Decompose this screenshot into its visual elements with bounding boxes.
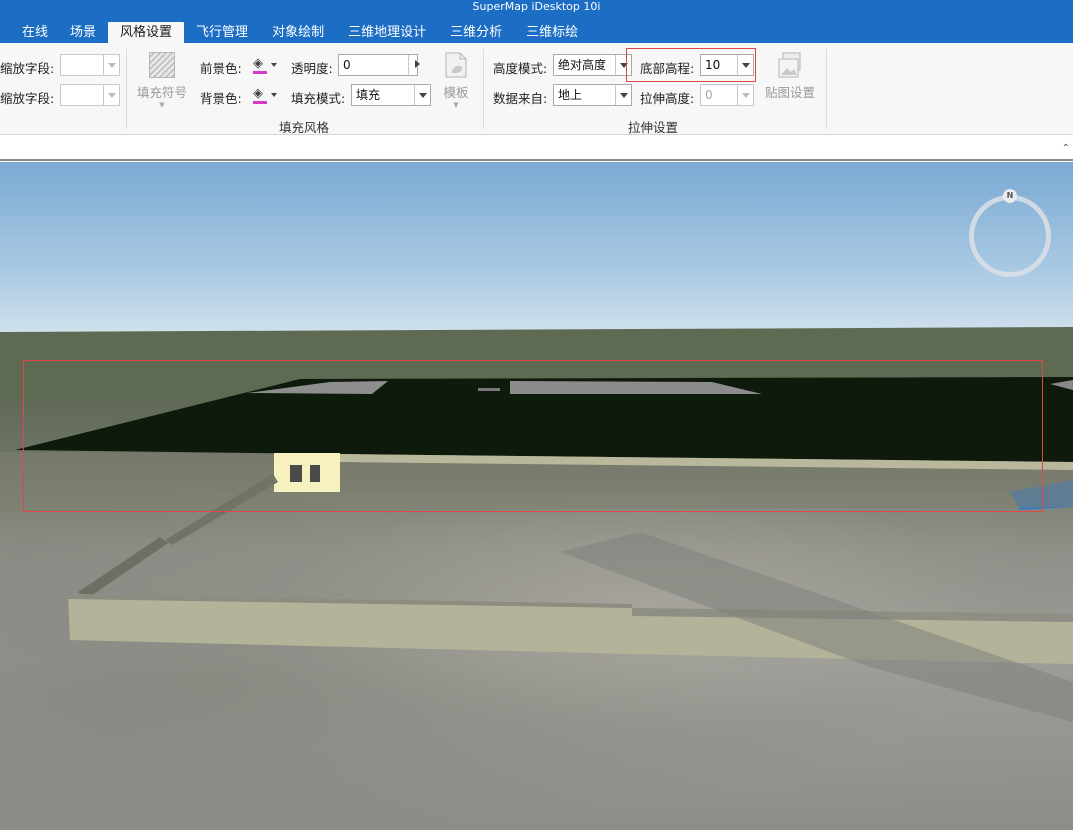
toolbar-strip: ⌃ xyxy=(0,135,1073,161)
paint-bucket-icon: ◈ xyxy=(253,86,263,101)
scale-field-2-label: 缩放字段: xyxy=(0,91,55,106)
compass-widget[interactable]: N xyxy=(969,189,1051,277)
spin-arrow-icon[interactable] xyxy=(408,55,420,75)
window-title: SuperMap iDesktop 10i xyxy=(472,0,601,13)
extrude-height-label: 拉伸高度: xyxy=(640,91,695,106)
chevron-down-icon xyxy=(271,63,277,67)
template-button[interactable]: 模板 ▼ xyxy=(438,52,474,109)
collapse-ribbon-icon[interactable]: ⌃ xyxy=(1062,143,1070,154)
scale-field-1-label: 缩放字段: xyxy=(0,61,55,76)
texture-map-icon xyxy=(778,52,801,78)
fill-symbol-label: 填充符号 xyxy=(136,85,187,100)
color-swatch xyxy=(253,71,267,74)
scene-viewport[interactable]: N xyxy=(0,162,1073,830)
data-source-label: 数据来自: xyxy=(493,91,548,106)
tab-scene[interactable]: 场景 xyxy=(58,22,108,43)
ribbon-separator xyxy=(483,49,484,129)
chevron-down-icon: ▼ xyxy=(159,101,165,109)
paint-bucket-icon: ◈ xyxy=(253,56,263,71)
color-swatch xyxy=(253,101,267,104)
transparency-spinbox[interactable]: 0 xyxy=(338,54,420,76)
transparency-label: 透明度: xyxy=(291,61,333,76)
texture-settings-button[interactable]: 贴图设置 xyxy=(760,52,820,101)
tab-flight-management[interactable]: 飞行管理 xyxy=(184,22,260,43)
annotation-highlight-box xyxy=(626,48,756,82)
fill-style-group-label: 填充风格 xyxy=(279,120,330,135)
chevron-down-icon xyxy=(271,93,277,97)
window-title-bar: SuperMap iDesktop 10i xyxy=(0,0,1073,22)
extrude-settings-group-label: 拉伸设置 xyxy=(628,120,679,135)
chevron-down-icon xyxy=(615,85,631,105)
tab-object-drawing[interactable]: 对象绘制 xyxy=(260,22,336,43)
height-mode-label: 高度模式: xyxy=(493,61,548,76)
chevron-down-icon xyxy=(414,85,430,105)
ribbon-tab-strip: 在线 场景 风格设置 飞行管理 对象绘制 三维地理设计 三维分析 三维标绘 xyxy=(0,22,1073,43)
chevron-down-icon xyxy=(103,85,119,105)
ribbon-panel: 缩放字段: 缩放字段: 填充符号 ▼ 前景色: ◈ 背景色: ◈ 透明度: 0 … xyxy=(0,43,1073,135)
tab-3d-geodesign[interactable]: 三维地理设计 xyxy=(336,22,438,43)
foreground-color-label: 前景色: xyxy=(200,61,242,76)
chevron-down-icon: ▼ xyxy=(453,101,459,109)
ribbon-separator xyxy=(126,49,127,129)
chevron-down-icon xyxy=(103,55,119,75)
fill-mode-label: 填充模式: xyxy=(291,91,346,106)
tab-3d-plotting[interactable]: 三维标绘 xyxy=(514,22,590,43)
background-color-button[interactable]: ◈ xyxy=(251,85,279,105)
texture-settings-label: 贴图设置 xyxy=(764,85,815,100)
tab-online[interactable]: 在线 xyxy=(0,22,58,43)
tab-style-settings[interactable]: 风格设置 xyxy=(108,22,185,43)
background-color-label: 背景色: xyxy=(200,91,242,106)
foreground-color-button[interactable]: ◈ xyxy=(251,55,279,75)
wall-segment xyxy=(78,537,168,598)
tab-3d-analysis[interactable]: 三维分析 xyxy=(438,22,514,43)
chevron-down-icon xyxy=(737,85,753,105)
annotation-highlight-box xyxy=(23,360,1043,512)
scale-field-1-combo[interactable] xyxy=(60,54,120,76)
fill-mode-combo[interactable]: 填充 xyxy=(351,84,431,106)
data-source-combo[interactable]: 地上 xyxy=(553,84,632,106)
scale-field-2-combo[interactable] xyxy=(60,84,120,106)
height-mode-combo[interactable]: 绝对高度 xyxy=(553,54,632,76)
ribbon-separator xyxy=(826,49,827,129)
template-label: 模板 xyxy=(443,85,469,100)
fill-symbol-button[interactable]: 填充符号 ▼ xyxy=(133,52,191,109)
template-icon xyxy=(445,52,467,78)
extrude-height-combo[interactable]: 0 xyxy=(700,84,754,106)
hatch-pattern-icon xyxy=(149,52,175,78)
compass-north-icon: N xyxy=(1003,189,1017,203)
